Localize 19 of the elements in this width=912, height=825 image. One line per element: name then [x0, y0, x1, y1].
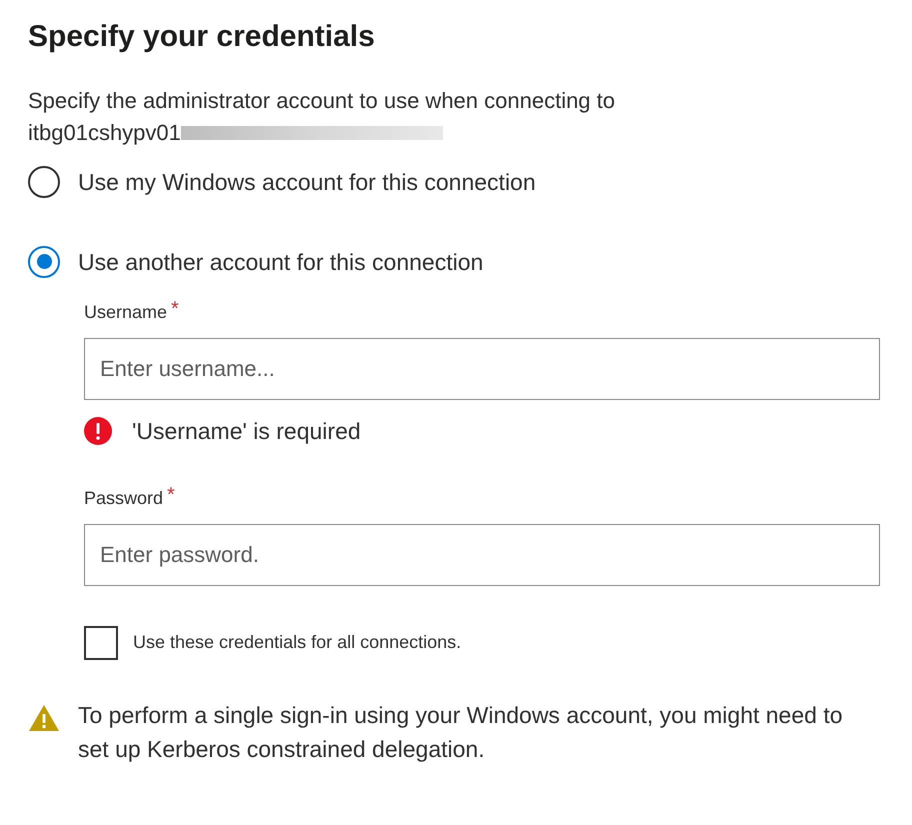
- warning-icon: [28, 704, 60, 732]
- checkbox-label: Use these credentials for all connections.: [133, 631, 462, 654]
- radio-button[interactable]: [28, 246, 60, 278]
- radio-button[interactable]: [28, 166, 60, 198]
- error-icon: [84, 417, 112, 446]
- required-asterisk: *: [171, 299, 179, 319]
- server-name: itbg01cshypv01: [28, 119, 181, 147]
- warning-message: To perform a single sign-in using your Windows account, you might need to set up Kerberos constrained delegation.: [78, 700, 844, 764]
- description-text: Specify the administrator account to use when connecting to: [28, 87, 616, 115]
- page-title: Specify your credentials: [28, 19, 376, 55]
- field-label: Password: [84, 486, 164, 510]
- input-field[interactable]: Enter password.: [84, 524, 880, 586]
- required-asterisk: *: [167, 484, 175, 504]
- field-label: Username: [84, 301, 168, 324]
- radio-label: Use my Windows account for this connection: [78, 168, 536, 197]
- checkbox[interactable]: [84, 626, 118, 660]
- error-message: 'Username' is required: [132, 417, 361, 446]
- input-field[interactable]: Enter username...: [84, 338, 880, 400]
- radio-label: Use another account for this connection: [78, 248, 484, 276]
